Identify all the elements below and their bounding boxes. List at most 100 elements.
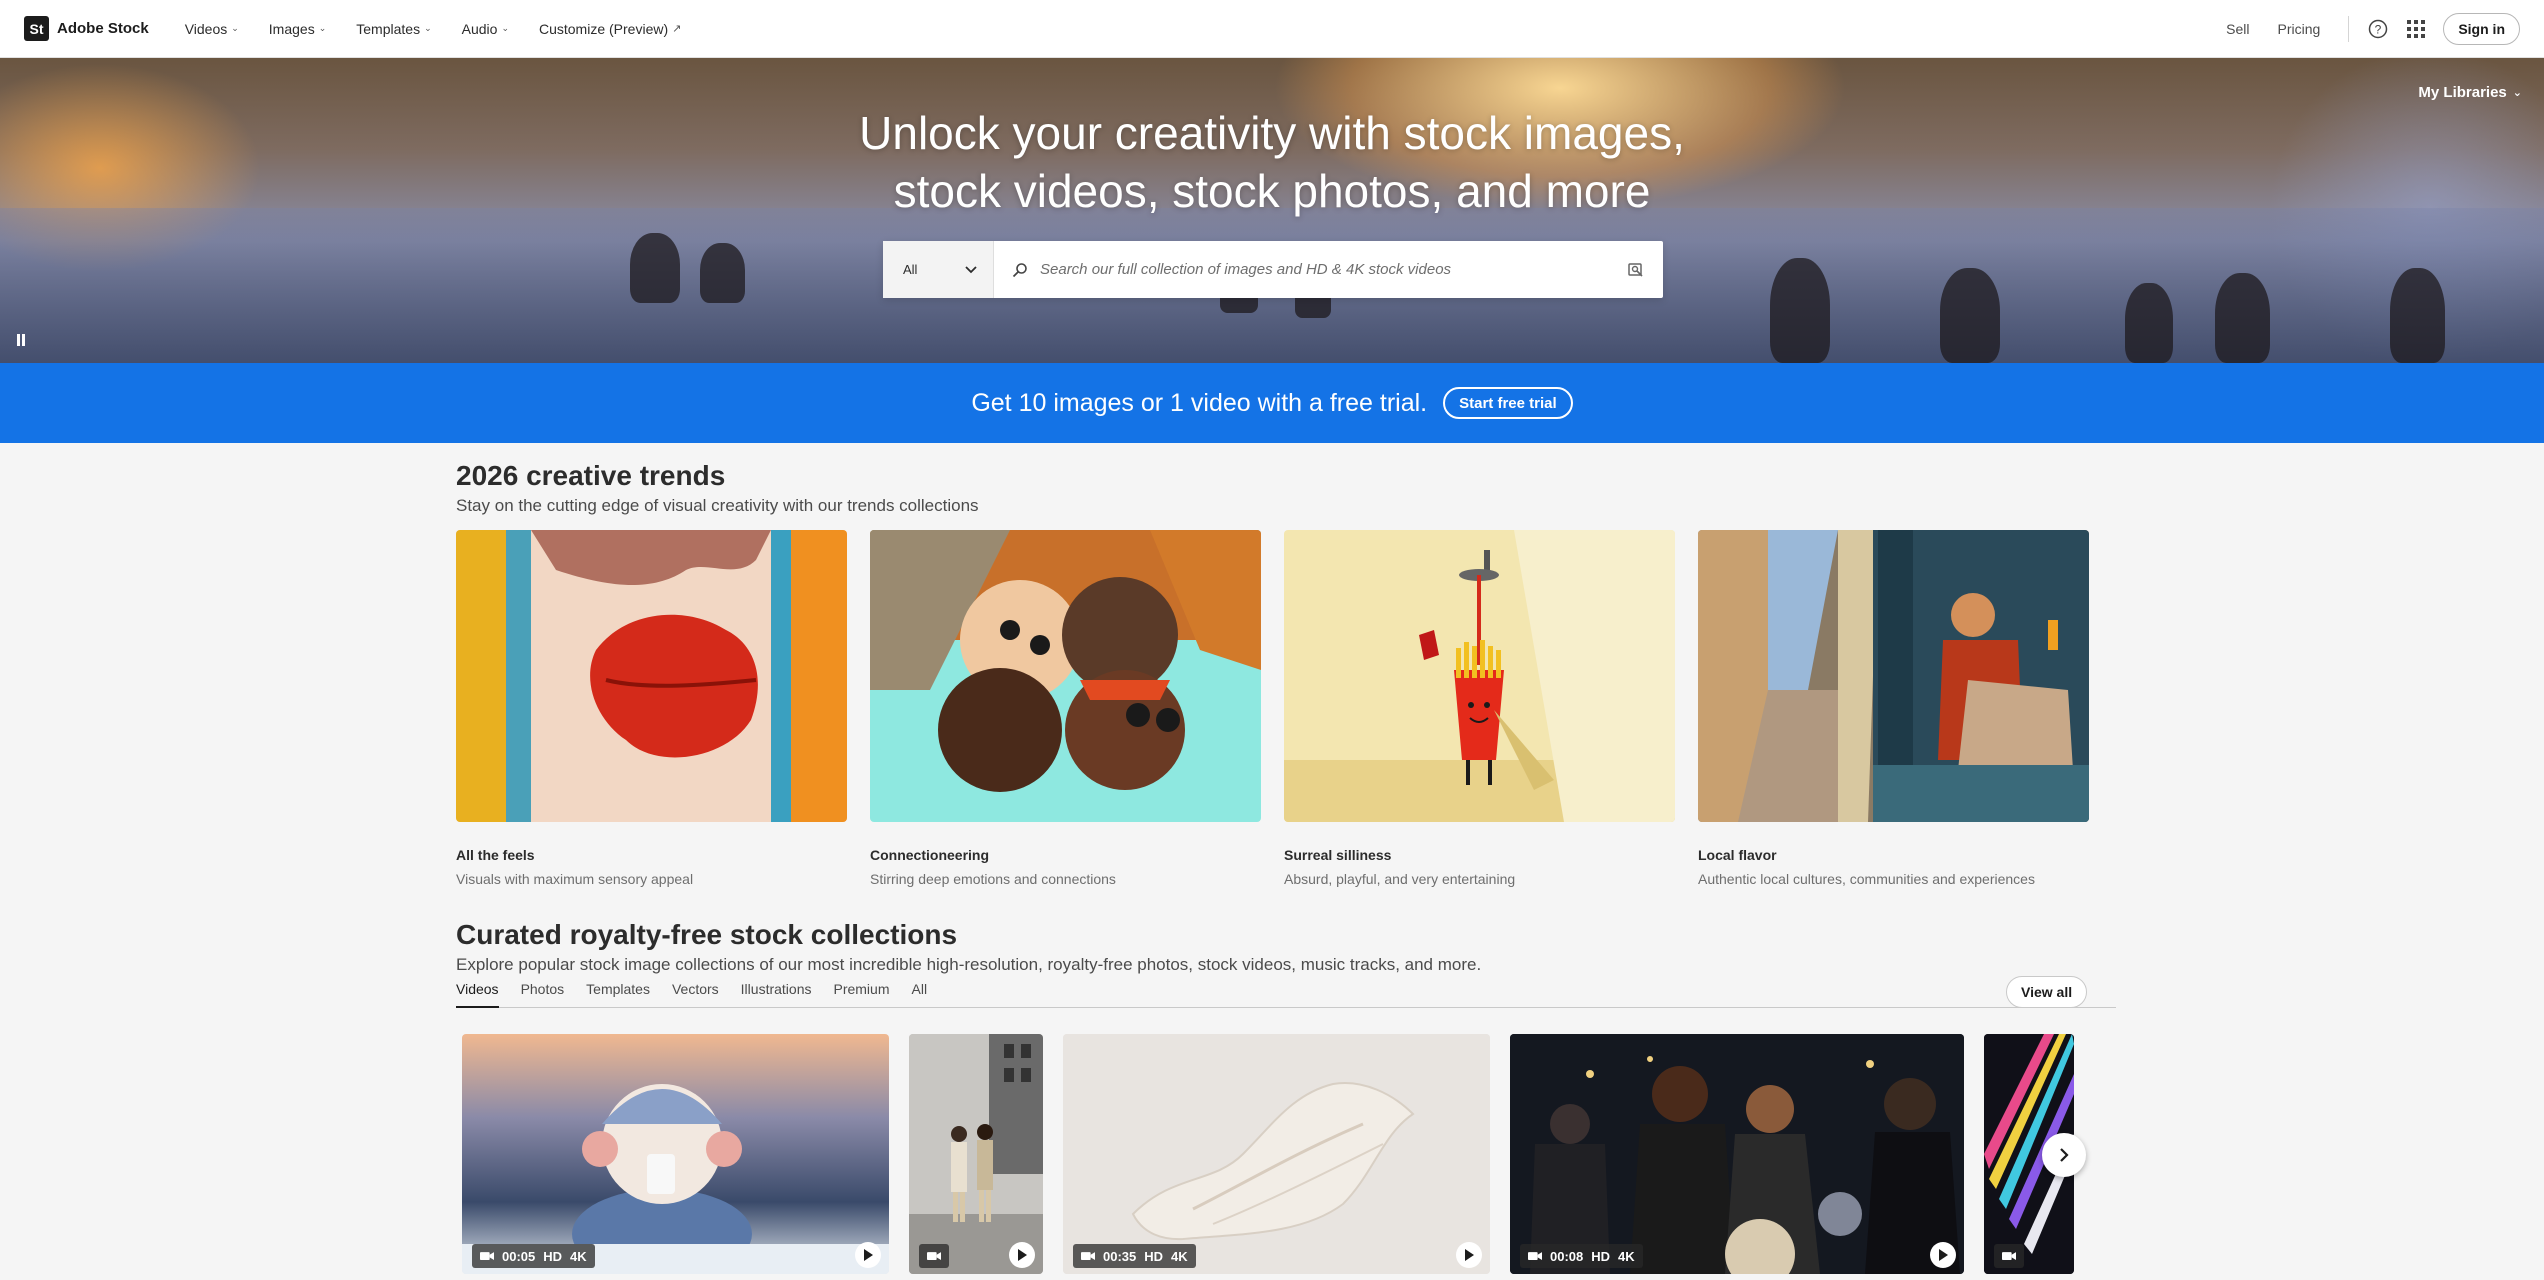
- search-bar: All: [883, 241, 1663, 298]
- nav-divider: [2348, 16, 2350, 42]
- external-link-icon: ↗: [672, 23, 682, 35]
- video-camera-icon: [1081, 1252, 1095, 1260]
- video-thumbnail: [462, 1084, 889, 1274]
- video-thumbnail: [909, 1034, 1043, 1274]
- trend-image: [1284, 530, 1675, 822]
- nav-item-videos[interactable]: Videos ⌄: [185, 21, 239, 37]
- video-card[interactable]: [909, 1034, 1043, 1274]
- visual-search-icon[interactable]: [1627, 261, 1645, 279]
- promo-text: Get 10 images or 1 video with a free tri…: [971, 388, 1428, 417]
- video-card[interactable]: 00:35 HD 4K: [1063, 1034, 1490, 1274]
- adobe-stock-logo: St: [24, 16, 49, 41]
- search-icon: [1012, 262, 1027, 277]
- trend-image: [456, 530, 847, 822]
- play-icon[interactable]: [1009, 1242, 1035, 1268]
- video-hd-badge: HD: [543, 1248, 563, 1264]
- help-icon[interactable]: ?: [2367, 18, 2389, 40]
- view-all-button[interactable]: View all: [2006, 976, 2088, 1008]
- video-camera-icon: [480, 1252, 494, 1260]
- main-menu: Videos ⌄ Images ⌄ Templates ⌄ Audio ⌄ Custom…: [185, 21, 712, 37]
- sell-link[interactable]: Sell: [2226, 21, 2249, 37]
- trend-card-surreal-silliness[interactable]: Surreal silliness Absurd, playful, and v…: [1284, 530, 1675, 887]
- hero-silhouette: [2390, 268, 2445, 363]
- collections-subtitle: Explore popular stock image collections …: [456, 955, 1482, 974]
- app-switcher-icon[interactable]: [2405, 18, 2427, 40]
- video-duration: 00:08: [1550, 1248, 1584, 1264]
- free-trial-banner: Get 10 images or 1 video with a free tri…: [0, 363, 2544, 443]
- chevron-down-icon: ⌄: [2512, 87, 2522, 99]
- chevron-down-icon: ⌄: [424, 23, 432, 33]
- nav-item-images[interactable]: Images ⌄: [269, 21, 326, 37]
- pause-icon[interactable]: [14, 333, 28, 347]
- my-libraries-label: My Libraries: [2418, 84, 2507, 101]
- search-type-value: All: [903, 262, 918, 277]
- chevron-down-icon: ⌄: [501, 23, 509, 33]
- top-nav: St Adobe Stock Videos ⌄ Images ⌄ Templates…: [0, 0, 2544, 58]
- video-card[interactable]: 00:05 HD 4K: [462, 1034, 889, 1274]
- trend-card-all-the-feels[interactable]: All the feels Visuals with maximum senso…: [456, 530, 847, 887]
- collections-title: Curated royalty-free stock collections: [456, 919, 958, 950]
- brand[interactable]: St Adobe Stock: [24, 16, 149, 41]
- video-camera-icon: [2002, 1252, 2016, 1260]
- search-type-select[interactable]: All: [883, 241, 994, 298]
- tab-photos[interactable]: Photos: [521, 980, 565, 1008]
- video-camera-icon: [1528, 1252, 1542, 1260]
- trends-title: 2026 creative trends: [456, 460, 726, 491]
- hero-video: Unlock your creativity with stock images…: [0, 58, 2544, 363]
- tab-videos[interactable]: Videos: [456, 980, 499, 1008]
- tab-templates[interactable]: Templates: [586, 980, 650, 1008]
- chevron-right-icon: [2060, 1148, 2069, 1162]
- tab-all[interactable]: All: [912, 980, 928, 1008]
- svg-text:?: ?: [2375, 23, 2382, 37]
- hero-title-line1: Unlock your creativity with stock images…: [859, 107, 1685, 159]
- hero-silhouette: [2215, 273, 2270, 363]
- video-res-badge: 4K: [570, 1248, 587, 1264]
- collection-tabs: Videos Photos Templates Vectors Illustra…: [456, 980, 2116, 1008]
- nav-item-templates[interactable]: Templates ⌄: [356, 21, 431, 37]
- trend-desc: Absurd, playful, and very entertaining: [1284, 871, 1516, 887]
- video-meta: 00:35 HD 4K: [1073, 1244, 1196, 1268]
- video-duration: 00:05: [502, 1248, 536, 1264]
- nav-item-label: Templates: [356, 20, 421, 37]
- video-meta: [1994, 1244, 2024, 1268]
- trends-subtitle: Stay on the cutting edge of visual creat…: [456, 496, 979, 515]
- tab-illustrations[interactable]: Illustrations: [741, 980, 812, 1008]
- hero-title-line2: stock videos, stock photos, and more: [893, 165, 1651, 217]
- play-icon[interactable]: [855, 1242, 881, 1268]
- trend-name: Surreal silliness: [1284, 847, 1392, 863]
- video-hd-badge: HD: [1144, 1248, 1164, 1264]
- hero-silhouette: [1770, 258, 1830, 363]
- trend-name: Connectioneering: [870, 847, 990, 863]
- nav-item-label: Images: [268, 20, 315, 37]
- trend-desc: Authentic local cultures, communities an…: [1698, 871, 2035, 887]
- video-card[interactable]: 00:08 HD 4K: [1510, 1034, 1964, 1274]
- start-free-trial-button[interactable]: Start free trial: [1443, 387, 1573, 419]
- trend-desc: Stirring deep emotions and connections: [870, 871, 1116, 887]
- video-res-badge: 4K: [1618, 1248, 1635, 1264]
- trend-image: [1698, 530, 2089, 822]
- chevron-down-icon: ⌄: [231, 23, 239, 33]
- video-res-badge: 4K: [1171, 1248, 1188, 1264]
- play-icon[interactable]: [1930, 1242, 1956, 1268]
- hero-silhouette: [1940, 268, 2000, 363]
- video-duration: 00:35: [1103, 1248, 1137, 1264]
- video-camera-icon: [927, 1252, 941, 1260]
- search-field: [994, 241, 1663, 298]
- my-libraries-button[interactable]: My Libraries ⌄: [2418, 84, 2522, 101]
- search-input[interactable]: [1040, 261, 1627, 278]
- tab-premium[interactable]: Premium: [833, 980, 889, 1008]
- nav-item-customize[interactable]: Customize (Preview) ↗: [539, 21, 681, 37]
- nav-right: Sell Pricing ? Sign in: [2226, 0, 2520, 58]
- sign-in-button[interactable]: Sign in: [2443, 13, 2520, 45]
- trend-name: Local flavor: [1698, 847, 1777, 863]
- trend-image: [870, 530, 1261, 822]
- tab-vectors[interactable]: Vectors: [672, 980, 719, 1008]
- carousel-next-button[interactable]: [2042, 1133, 2086, 1177]
- video-hd-badge: HD: [1591, 1248, 1611, 1264]
- trend-card-local-flavor[interactable]: Local flavor Authentic local cultures, c…: [1698, 530, 2089, 887]
- pricing-link[interactable]: Pricing: [2278, 21, 2321, 37]
- play-icon[interactable]: [1456, 1242, 1482, 1268]
- brand-name: Adobe Stock: [57, 20, 149, 37]
- nav-item-audio[interactable]: Audio ⌄: [462, 21, 509, 37]
- trend-card-connectioneering[interactable]: Connectioneering Stirring deep emotions …: [870, 530, 1261, 887]
